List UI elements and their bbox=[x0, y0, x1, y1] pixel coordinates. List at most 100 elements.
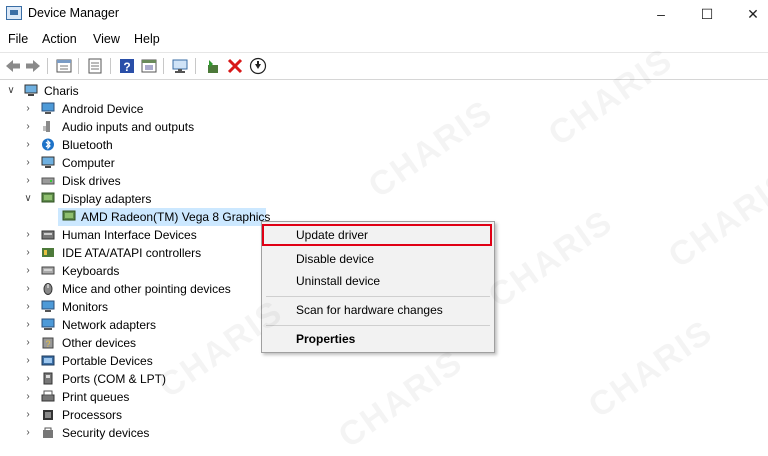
close-button[interactable]: ✕ bbox=[730, 0, 768, 28]
chevron-right-icon[interactable]: › bbox=[23, 244, 33, 262]
forward-arrow-icon[interactable] bbox=[24, 57, 42, 75]
tree-category[interactable]: › Mice and other pointing devices bbox=[0, 280, 300, 298]
portable-icon bbox=[41, 354, 55, 367]
tree-category[interactable]: › Processors bbox=[0, 406, 300, 424]
category-label: Human Interface Devices bbox=[62, 228, 197, 242]
category-label: Print queues bbox=[62, 390, 130, 404]
tree-category[interactable]: › Monitors bbox=[0, 298, 300, 316]
properties-sheet-icon[interactable] bbox=[55, 57, 73, 75]
hid-icon bbox=[41, 228, 55, 241]
chevron-right-icon[interactable]: › bbox=[23, 154, 33, 172]
chevron-right-icon[interactable]: › bbox=[23, 100, 33, 118]
scan-hardware-item[interactable]: Scan for hardware changes bbox=[262, 299, 494, 321]
keyboard-icon bbox=[41, 264, 55, 277]
speaker-icon bbox=[41, 120, 55, 133]
menu-help[interactable]: Help bbox=[134, 32, 160, 46]
category-label: Ports (COM & LPT) bbox=[62, 372, 167, 386]
category-label: Audio inputs and outputs bbox=[62, 120, 195, 134]
category-label: Security devices bbox=[62, 426, 150, 440]
uninstall-device-item[interactable]: Uninstall device bbox=[262, 270, 494, 292]
processor-icon bbox=[41, 408, 55, 421]
window-title: Device Manager bbox=[28, 6, 120, 20]
display-adapter-icon bbox=[41, 192, 55, 205]
tree-category[interactable]: › Portable Devices bbox=[0, 352, 300, 370]
tree-category[interactable]: ›? Other devices bbox=[0, 334, 300, 352]
ide-icon bbox=[41, 246, 55, 259]
display-adapter-icon bbox=[62, 210, 76, 223]
chevron-right-icon[interactable]: › bbox=[23, 136, 33, 154]
scan-hardware-icon[interactable] bbox=[171, 57, 189, 75]
tree-category[interactable]: › Human Interface Devices bbox=[0, 226, 300, 244]
tree-category[interactable]: › Keyboards bbox=[0, 262, 300, 280]
help-icon[interactable]: ? bbox=[118, 57, 136, 75]
root-label: Charis bbox=[44, 84, 79, 98]
chevron-right-icon[interactable]: › bbox=[23, 388, 33, 406]
download-arrow-icon[interactable] bbox=[249, 57, 267, 75]
chevron-right-icon[interactable]: › bbox=[23, 226, 33, 244]
computer-icon bbox=[41, 156, 55, 169]
other-device-icon: ? bbox=[41, 336, 55, 349]
chevron-right-icon[interactable]: › bbox=[23, 118, 33, 136]
category-label: Display adapters bbox=[62, 192, 152, 206]
chevron-down-icon[interactable]: ∨ bbox=[23, 190, 33, 208]
show-hidden-icon[interactable] bbox=[140, 57, 158, 75]
tree-category[interactable]: › IDE ATA/ATAPI controllers bbox=[0, 244, 300, 262]
network-icon bbox=[41, 318, 55, 331]
title-bar: Device Manager – ☐ ✕ bbox=[0, 0, 768, 28]
uninstall-x-icon[interactable] bbox=[226, 57, 244, 75]
update-driver-icon[interactable] bbox=[203, 57, 221, 75]
category-label: Processors bbox=[62, 408, 123, 422]
mouse-icon bbox=[41, 282, 55, 295]
category-label: Portable Devices bbox=[62, 354, 153, 368]
minimize-button[interactable]: – bbox=[638, 0, 684, 28]
tree-category[interactable]: › Network adapters bbox=[0, 316, 300, 334]
tree-category[interactable]: › Computer bbox=[0, 154, 300, 172]
chevron-right-icon[interactable]: › bbox=[23, 298, 33, 316]
category-label: Computer bbox=[62, 156, 115, 170]
menu-file[interactable]: File bbox=[8, 32, 28, 46]
chevron-right-icon[interactable]: › bbox=[23, 352, 33, 370]
svg-text:?: ? bbox=[45, 339, 50, 349]
tree-category[interactable]: › Audio inputs and outputs bbox=[0, 118, 300, 136]
tree-category[interactable]: › Bluetooth bbox=[0, 136, 300, 154]
toolbar: ? bbox=[0, 52, 768, 80]
tree-device-selected[interactable]: AMD Radeon(TM) Vega 8 Graphics bbox=[58, 208, 270, 226]
category-label: Android Device bbox=[62, 102, 144, 116]
category-label: Keyboards bbox=[62, 264, 120, 278]
chevron-right-icon[interactable]: › bbox=[23, 172, 33, 190]
tree-category[interactable]: › Disk drives bbox=[0, 172, 300, 190]
category-label: Disk drives bbox=[62, 174, 121, 188]
tree-category[interactable]: › Android Device bbox=[0, 100, 300, 118]
maximize-button[interactable]: ☐ bbox=[684, 0, 730, 28]
menu-separator bbox=[266, 325, 490, 326]
chevron-right-icon[interactable]: › bbox=[23, 406, 33, 424]
port-icon bbox=[41, 372, 55, 385]
tree-category[interactable]: ∨ Display adapters bbox=[0, 190, 300, 208]
disable-device-item[interactable]: Disable device bbox=[262, 248, 494, 270]
chevron-right-icon[interactable]: › bbox=[23, 280, 33, 298]
properties-item[interactable]: Properties bbox=[262, 328, 494, 350]
tree-category[interactable]: › Print queues bbox=[0, 388, 300, 406]
computer-icon bbox=[24, 84, 38, 97]
list-view-icon[interactable] bbox=[86, 57, 104, 75]
category-label: Mice and other pointing devices bbox=[62, 282, 231, 296]
category-label: Monitors bbox=[62, 300, 109, 314]
tree-category[interactable]: › Ports (COM & LPT) bbox=[0, 370, 300, 388]
context-menu: Update driver Disable device Uninstall d… bbox=[261, 221, 495, 353]
bluetooth-icon bbox=[41, 138, 55, 151]
chevron-right-icon[interactable]: › bbox=[23, 316, 33, 334]
security-icon bbox=[41, 426, 55, 439]
tree-category[interactable]: › Security devices bbox=[0, 424, 300, 442]
menu-action[interactable]: Action bbox=[42, 32, 77, 46]
chevron-down-icon[interactable]: ∨ bbox=[6, 82, 16, 100]
menu-view[interactable]: View bbox=[93, 32, 120, 46]
tree-root[interactable]: ∨ Charis bbox=[0, 82, 300, 100]
chevron-right-icon[interactable]: › bbox=[23, 424, 33, 442]
chevron-right-icon[interactable]: › bbox=[23, 370, 33, 388]
menu-separator bbox=[266, 296, 490, 297]
chevron-right-icon[interactable]: › bbox=[23, 262, 33, 280]
menu-bar: File Action View Help bbox=[0, 30, 768, 50]
back-arrow-icon[interactable] bbox=[4, 57, 22, 75]
chevron-right-icon[interactable]: › bbox=[23, 334, 33, 352]
monitor-icon bbox=[41, 300, 55, 313]
